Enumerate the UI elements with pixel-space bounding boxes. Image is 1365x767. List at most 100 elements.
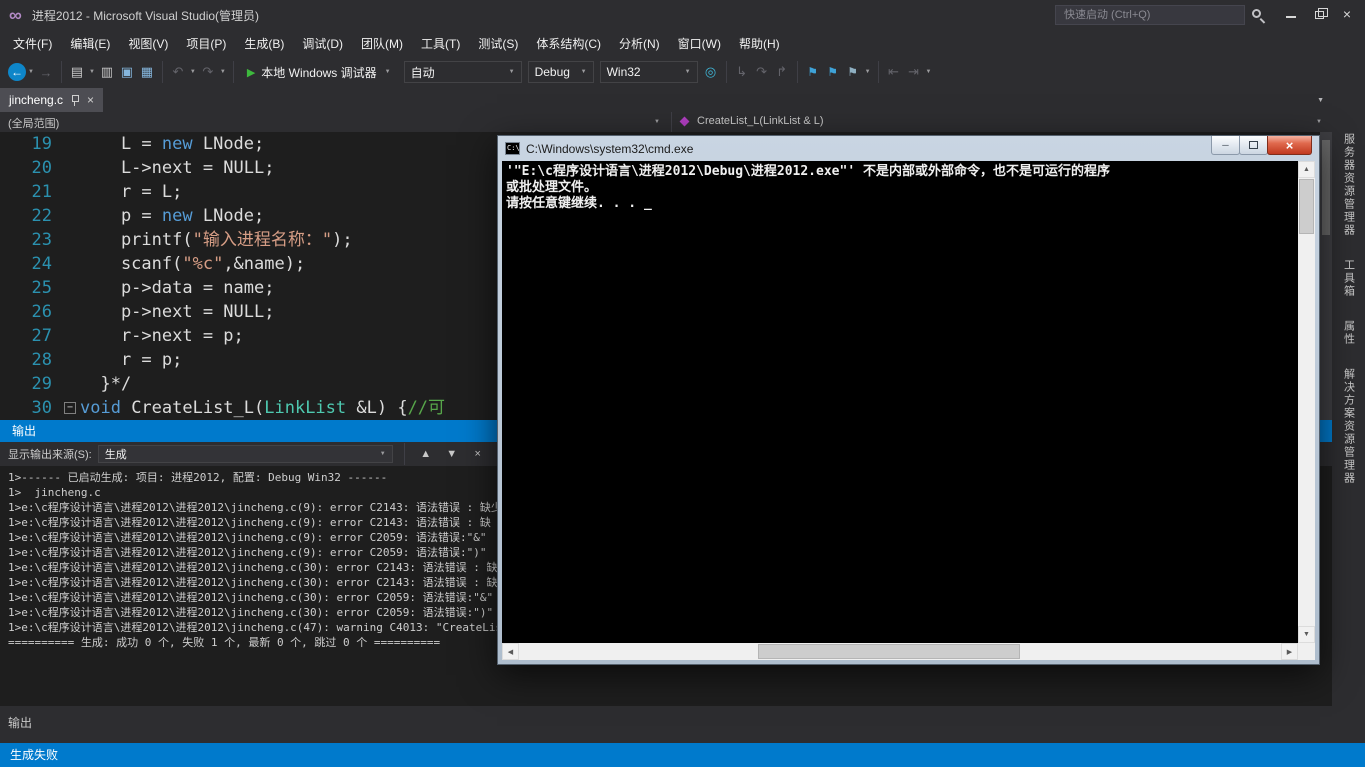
cmd-close-button[interactable]: × — [1267, 136, 1312, 155]
menu-item[interactable]: 窗口(W) — [669, 30, 730, 57]
collapse-icon[interactable]: − — [64, 402, 76, 414]
debug-toolbar-caret-icon[interactable]: ▼ — [865, 69, 871, 75]
navigate-back-icon[interactable]: ← — [8, 63, 26, 81]
bottom-tab-output[interactable]: 输出 — [8, 714, 32, 731]
editor-scrollbar[interactable] — [1320, 132, 1332, 420]
fold-margin — [62, 348, 80, 372]
menu-item[interactable]: 生成(B) — [235, 30, 293, 57]
menu-item[interactable]: 视图(V) — [119, 30, 177, 57]
member-dropdown[interactable]: CreateList_L(LinkList & L) ▼ — [671, 112, 1332, 132]
console-text: '"E:\c程序设计语言\进程2012\Debug\进程2012.exe"' 不… — [506, 164, 1293, 212]
side-tab[interactable]: 属性 — [1341, 320, 1357, 346]
menu-item[interactable]: 文件(F) — [4, 30, 61, 57]
horizontal-scrollbar-thumb[interactable] — [758, 644, 1020, 659]
window-title: 进程2012 - Microsoft Visual Studio(管理员) — [32, 7, 259, 24]
cmd-vertical-scrollbar[interactable]: ▲ ▼ — [1298, 161, 1315, 643]
tab-jincheng-c[interactable]: jincheng.c × — [0, 88, 103, 112]
side-tab[interactable]: 服务器资源管理器 — [1341, 133, 1357, 237]
attach-process-icon[interactable]: ◎ — [701, 62, 721, 82]
vertical-scrollbar-thumb[interactable] — [1299, 179, 1314, 234]
scroll-right-icon[interactable]: ▶ — [1281, 643, 1298, 660]
breakpoints-window-icon[interactable]: ⚑ — [803, 62, 823, 82]
line-number: 24 — [0, 252, 62, 276]
scope-dropdown[interactable]: (全局范围) ▼ — [0, 112, 670, 132]
scrollbar-corner — [1298, 643, 1315, 660]
redo-caret-icon[interactable]: ▼ — [220, 69, 226, 75]
restore-button[interactable] — [1305, 0, 1333, 28]
new-breakpoint-icon[interactable]: ⚑ — [823, 62, 843, 82]
outdent-icon[interactable]: ⇤ — [884, 62, 904, 82]
cmd-maximize-button[interactable] — [1239, 136, 1268, 155]
menu-item[interactable]: 工具(T) — [412, 30, 469, 57]
next-message-icon[interactable]: ▼ — [442, 445, 462, 463]
save-all-icon[interactable]: ▦ — [137, 62, 157, 82]
output-source-dropdown[interactable]: 生成 ▼ — [98, 445, 393, 463]
play-icon: ▶ — [247, 66, 255, 79]
scroll-left-icon[interactable]: ◀ — [502, 643, 519, 660]
navigate-forward-icon[interactable]: → — [36, 62, 56, 82]
close-button[interactable]: × — [1333, 0, 1361, 28]
chevron-down-icon: ▼ — [654, 119, 660, 125]
console-line: 或批处理文件。 — [506, 180, 1293, 196]
tab-close-icon[interactable]: × — [87, 93, 94, 107]
fold-margin — [62, 204, 80, 228]
cmd-minimize-button[interactable]: ─ — [1211, 136, 1240, 155]
scroll-down-icon[interactable]: ▼ — [1298, 626, 1315, 643]
menu-item[interactable]: 帮助(H) — [730, 30, 789, 57]
step-out-icon[interactable]: ↱ — [772, 62, 792, 82]
fold-margin[interactable]: − — [62, 396, 80, 420]
step-into-icon[interactable]: ↳ — [732, 62, 752, 82]
editor-scrollbar-thumb[interactable] — [1322, 140, 1330, 235]
side-tab[interactable]: 解决方案资源管理器 — [1341, 368, 1357, 485]
configuration-dropdown[interactable]: Debug▼ — [528, 61, 594, 83]
menu-item[interactable]: 项目(P) — [177, 30, 235, 57]
line-number: 22 — [0, 204, 62, 228]
scroll-up-icon[interactable]: ▲ — [1298, 161, 1315, 178]
side-tab[interactable]: 工具箱 — [1341, 259, 1357, 298]
debug-type-dropdown[interactable]: 自动▼ — [404, 61, 522, 83]
save-icon[interactable]: ▣ — [117, 62, 137, 82]
console-area[interactable]: '"E:\c程序设计语言\进程2012\Debug\进程2012.exe"' 不… — [502, 161, 1315, 660]
minimize-button[interactable] — [1277, 0, 1305, 28]
back-history-caret-icon[interactable]: ▼ — [28, 69, 34, 75]
start-debug-button[interactable]: ▶ 本地 Windows 调试器 ▼ — [239, 60, 401, 85]
menu-item[interactable]: 体系结构(C) — [527, 30, 610, 57]
menu-item[interactable]: 分析(N) — [610, 30, 669, 57]
cmd-title-bar[interactable]: C:\Windows\system32\cmd.exe ─ × — [498, 136, 1319, 161]
disable-breakpoints-icon[interactable]: ⚑ — [843, 62, 863, 82]
document-list-caret-icon[interactable]: ▼ — [1317, 97, 1324, 104]
code-text: p = new LNode; — [80, 204, 264, 228]
menu-item[interactable]: 团队(M) — [352, 30, 412, 57]
member-label: CreateList_L(LinkList & L) — [697, 115, 824, 127]
undo-icon[interactable]: ↶ — [168, 62, 188, 82]
undo-caret-icon[interactable]: ▼ — [190, 69, 196, 75]
fold-margin — [62, 156, 80, 180]
toolbar-separator — [878, 61, 879, 83]
side-tab-strip: 服务器资源管理器工具箱属性解决方案资源管理器 — [1332, 88, 1365, 743]
cmd-horizontal-scrollbar[interactable]: ◀ ▶ — [502, 643, 1298, 660]
quick-launch-input[interactable]: 快速启动 (Ctrl+Q) — [1055, 5, 1245, 25]
fold-margin — [62, 276, 80, 300]
clear-all-icon[interactable]: × — [468, 445, 488, 463]
open-file-icon[interactable]: ▥ — [97, 62, 117, 82]
menu-item[interactable]: 编辑(E) — [61, 30, 119, 57]
indent-icon[interactable]: ⇥ — [904, 62, 924, 82]
pin-icon[interactable] — [71, 95, 79, 106]
menu-item[interactable]: 调试(D) — [293, 30, 352, 57]
menu-item[interactable]: 测试(S) — [469, 30, 527, 57]
redo-icon[interactable]: ↷ — [198, 62, 218, 82]
step-over-icon[interactable]: ↷ — [752, 62, 772, 82]
toolbar-options-caret-icon[interactable]: ▼ — [926, 69, 932, 75]
platform-dropdown[interactable]: Win32▼ — [600, 61, 698, 83]
scope-label: (全局范围) — [8, 115, 59, 131]
new-file-icon[interactable]: ▤ — [67, 62, 87, 82]
new-file-caret-icon[interactable]: ▼ — [89, 69, 95, 75]
code-text: L->next = NULL; — [80, 156, 274, 180]
search-icon[interactable] — [1252, 9, 1261, 18]
line-number: 26 — [0, 300, 62, 324]
previous-message-icon[interactable]: ▲ — [416, 445, 436, 463]
cmd-window-title: C:\Windows\system32\cmd.exe — [526, 142, 693, 156]
fold-margin — [62, 132, 80, 156]
cmd-window[interactable]: C:\Windows\system32\cmd.exe ─ × '"E:\c程序… — [497, 135, 1320, 665]
status-text: 生成失败 — [10, 748, 58, 762]
